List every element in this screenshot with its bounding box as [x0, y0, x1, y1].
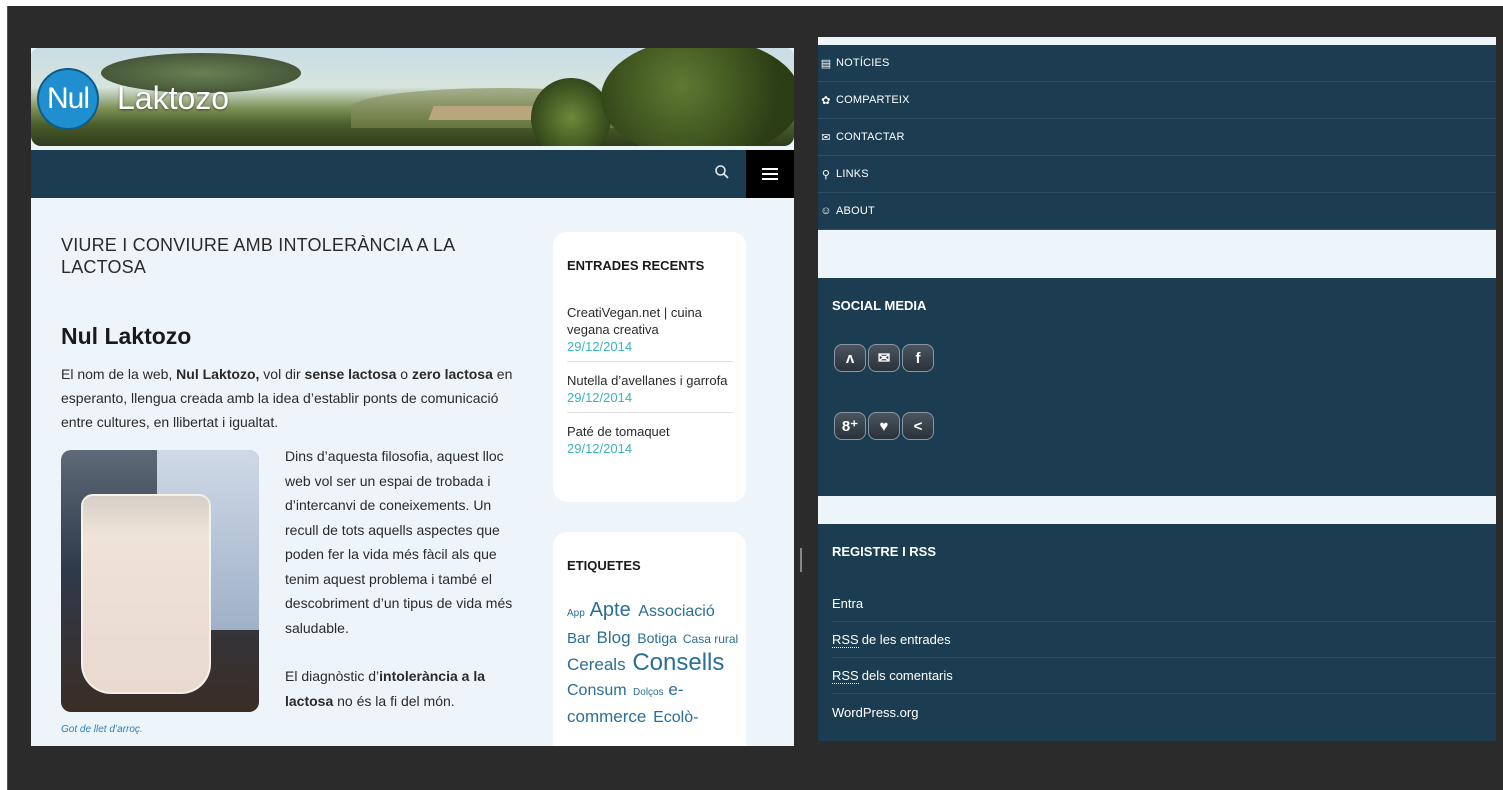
social-media-widget: SOCIAL MEDIA ʌ ✉ f 8⁺ ♥ <	[818, 278, 1496, 496]
rss-item-label: Entra	[832, 596, 864, 611]
menu-item-label: LINKS	[836, 168, 869, 180]
intro-text: o	[396, 366, 412, 382]
tag-link[interactable]: Associació	[638, 603, 714, 620]
link-icon: ⚲	[821, 168, 831, 181]
body-text: Dins d’aquesta filosofia, aquest lloc we…	[285, 444, 520, 713]
login-rss-list: Entra RSS de les entrades RSS dels comen…	[832, 586, 1496, 730]
logo-mark[interactable]: Nul	[37, 68, 99, 130]
menu-item-comparteix[interactable]: ✿ COMPARTEIX	[818, 82, 1496, 119]
rice-milk-photo[interactable]	[61, 450, 259, 712]
envelope-icon: ✉	[821, 131, 831, 144]
menu-item-contactar[interactable]: ✉ CONTACTAR	[818, 119, 1496, 156]
intro-bold: sense lactosa	[304, 366, 397, 382]
menu-item-about[interactable]: ☺ ABOUT	[818, 193, 1496, 230]
photo-glass	[81, 494, 211, 694]
login-rss-title: REGISTRE I RSS	[832, 544, 937, 559]
rss-item-label: WordPress.org	[832, 704, 919, 720]
tag-link[interactable]: Apte	[590, 599, 637, 621]
rss-item-label: dels comentaris	[861, 668, 953, 683]
intro-bold: Nul Laktozo,	[176, 366, 260, 382]
hamburger-menu-icon[interactable]	[746, 150, 794, 198]
recent-post-link[interactable]: Paté de tomaquet	[567, 423, 733, 440]
rss-item-login[interactable]: Entra	[832, 586, 1496, 622]
main-content: VIURE I CONVIURE AMB INTOLERÀNCIA A LA L…	[61, 234, 531, 434]
rss-item-wordpress[interactable]: WordPress.org	[832, 694, 1496, 730]
splitter-handle[interactable]	[800, 548, 802, 572]
tag-link[interactable]: Blog	[597, 628, 636, 647]
recent-posts-title: ENTRADES RECENTS	[567, 258, 705, 273]
logo-text[interactable]: Laktozo	[117, 80, 229, 117]
tag-link[interactable]: Ecolò-	[653, 709, 698, 726]
rss-item-comments[interactable]: RSS dels comentaris	[832, 658, 1496, 694]
menu-item-noticies[interactable]: ▤ NOTÍCIES	[818, 45, 1496, 82]
smiley-icon: ☺	[820, 205, 832, 217]
website-panel: Nul Laktozo VIURE I CONVIURE AMB INTOLER…	[31, 48, 794, 746]
mail-icon[interactable]: ✉	[868, 344, 900, 372]
intro-paragraph: El nom de la web, Nul Laktozo, vol dir s…	[61, 362, 531, 434]
rss-abbr: RSS	[832, 631, 859, 648]
main-navbar	[31, 150, 794, 198]
recent-post-link[interactable]: Nutella d’avellanes i garrofa	[567, 372, 733, 389]
recent-post-item: Nutella d’avellanes i garrofa 29/12/2014	[567, 372, 733, 413]
recent-posts-list: CreatiVegan.net | cuina vegana creativa …	[567, 304, 733, 473]
menu-item-label: CONTACTAR	[836, 131, 905, 143]
recent-post-link[interactable]: CreatiVegan.net | cuina vegana creativa	[567, 304, 733, 338]
banner-tree-right	[601, 48, 794, 146]
body-text-part: no és la fi del món.	[333, 692, 455, 709]
body-paragraph-2: El diagnòstic d’intolerància a la lactos…	[285, 664, 520, 713]
tag-link[interactable]: Dolços	[633, 687, 666, 698]
intro-text: vol dir	[259, 366, 305, 382]
tags-widget: ETIQUETES App Apte Associació Bar Blog B…	[553, 532, 746, 746]
tag-link[interactable]: Casa rural	[683, 632, 738, 646]
menu-item-label: NOTÍCIES	[836, 57, 890, 69]
menu-item-links[interactable]: ⚲ LINKS	[818, 156, 1496, 193]
rss-icon[interactable]: ʌ	[834, 344, 866, 372]
share-icon: ✿	[821, 94, 831, 107]
facebook-icon[interactable]: f	[902, 344, 934, 372]
menu-item-label: COMPARTEIX	[836, 94, 910, 106]
recent-posts-widget: ENTRADES RECENTS CreatiVegan.net | cuina…	[553, 232, 746, 502]
recent-post-date: 29/12/2014	[567, 390, 633, 405]
page-title: VIURE I CONVIURE AMB INTOLERÀNCIA A LA L…	[61, 235, 455, 277]
recent-post-date: 29/12/2014	[567, 339, 633, 354]
social-row-1: ʌ ✉ f	[834, 344, 934, 372]
intro-bold: zero lactosa	[411, 366, 493, 382]
rss-item-entries[interactable]: RSS de les entrades	[832, 622, 1496, 658]
widgets-panel: ▤ NOTÍCIES ✿ COMPARTEIX ✉ CONTACTAR ⚲ LI…	[818, 37, 1496, 741]
share-icon[interactable]: <	[902, 412, 934, 440]
body-paragraph-1: Dins d’aquesta filosofia, aquest lloc we…	[285, 448, 513, 636]
twitter-icon[interactable]: ♥	[868, 412, 900, 440]
rss-item-label: de les entrades	[861, 632, 951, 647]
social-row-2: 8⁺ ♥ <	[834, 412, 934, 440]
login-rss-widget: REGISTRE I RSS Entra RSS de les entrades…	[818, 524, 1496, 741]
recent-post-item: CreatiVegan.net | cuina vegana creativa …	[567, 304, 733, 362]
newspaper-icon: ▤	[820, 57, 832, 70]
tag-link[interactable]: Consells	[632, 649, 724, 676]
tags-title: ETIQUETES	[567, 558, 641, 573]
tag-cloud: App Apte Associació Bar Blog Botiga Casa…	[567, 598, 739, 730]
tag-link[interactable]: App	[567, 608, 588, 619]
menu-item-label: ABOUT	[836, 205, 875, 217]
body-text-part: El diagnòstic d’	[285, 668, 380, 684]
side-menu: ▤ NOTÍCIES ✿ COMPARTEIX ✉ CONTACTAR ⚲ LI…	[818, 45, 1496, 230]
recent-post-item: Paté de tomaquet 29/12/2014	[567, 423, 733, 463]
tag-link[interactable]: Bar	[567, 630, 595, 647]
header-banner[interactable]: Nul Laktozo	[31, 48, 794, 146]
tag-link[interactable]: Botiga	[637, 630, 681, 646]
recent-post-date: 29/12/2014	[567, 441, 633, 456]
photo-caption: Got de llet d’arroç.	[61, 724, 143, 735]
tag-link[interactable]: Consum	[567, 682, 631, 699]
post-heading: Nul Laktozo	[61, 323, 192, 349]
search-icon[interactable]	[714, 164, 734, 184]
tag-link[interactable]: Cereals	[567, 655, 630, 674]
google-plus-icon[interactable]: 8⁺	[834, 412, 866, 440]
social-media-title: SOCIAL MEDIA	[832, 298, 927, 313]
rss-abbr: RSS	[832, 667, 859, 684]
intro-text: El nom de la web,	[61, 366, 177, 382]
banner-tree-mid	[531, 78, 611, 146]
